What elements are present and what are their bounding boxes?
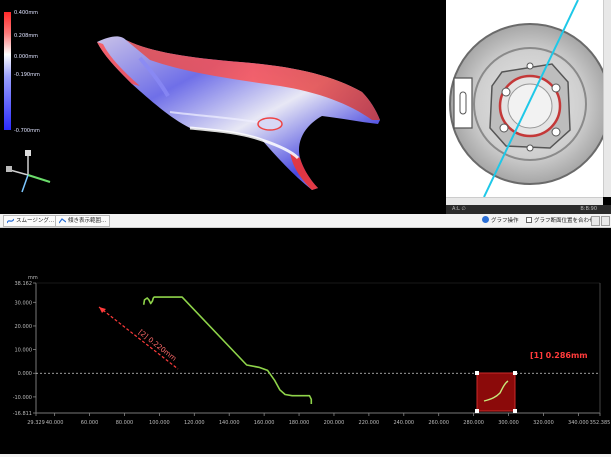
smoothing-button[interactable]: スムージング...: [3, 215, 59, 227]
y-axis-unit-label: mm: [28, 275, 38, 281]
set-range-button[interactable]: 傾き表示範囲...: [55, 215, 111, 227]
right-view-vertical-scrollbar[interactable]: [603, 0, 611, 197]
profile-graph-panel[interactable]: 38.162 30.000 20.000 10.000 0.000 -10.000 -16.…: [0, 229, 611, 457]
range-icon: [59, 218, 66, 224]
smoothing-label: スムージング...: [16, 218, 55, 224]
right-view-status-right: B:B:90: [580, 206, 597, 212]
y-tick-label: -10.000: [13, 395, 32, 401]
x-tick-label: 320.000: [533, 420, 554, 426]
x-tick-label: 120.000: [184, 420, 205, 426]
x-tick-label: 352.385: [590, 420, 611, 426]
y-tick-label: 38.162: [15, 281, 33, 287]
x-tick-label: 140.000: [219, 420, 240, 426]
right-view-status-left: A:L ∅: [452, 206, 466, 212]
colorbar-upper-label: 0.208mm: [14, 33, 39, 39]
graph-toolbar: スムージング... 傾き表示範囲... グラフ操作 グラフ断面位置を合わせる: [0, 214, 611, 228]
annotation-2-label: [2] 0.220mm: [137, 328, 178, 363]
right-view-status-bar: A:L ∅ B:B:90: [446, 205, 611, 214]
x-tick-label: 180.000: [289, 420, 310, 426]
section-position-view[interactable]: [446, 0, 603, 197]
x-tick-label: 260.000: [428, 420, 449, 426]
y-tick-label: -16.811: [13, 411, 32, 417]
sync-checkbox-box[interactable]: [526, 217, 532, 223]
smoothing-icon: [7, 218, 14, 224]
y-tick-label: 0.000: [18, 371, 32, 377]
x-tick-label: 80.000: [116, 420, 134, 426]
x-tick-label: 280.000: [463, 420, 484, 426]
deviation-part-shape[interactable]: [97, 36, 380, 190]
chart-ticks: 38.162 30.000 20.000 10.000 0.000 -10.000 -16.…: [13, 281, 611, 426]
annotation-2[interactable]: [2] 0.220mm: [98, 306, 179, 370]
x-tick-label: 240.000: [393, 420, 414, 426]
x-tick-label: 220.000: [359, 420, 380, 426]
set-range-label: 傾き表示範囲...: [68, 218, 107, 224]
x-tick-label: 29.329: [27, 420, 45, 426]
x-tick-label: 60.000: [81, 420, 99, 426]
axis-triad: [6, 150, 51, 193]
y-tick-label: 30.000: [15, 300, 33, 306]
right-view-horizontal-scrollbar[interactable]: [446, 197, 603, 205]
sync-section-checkbox[interactable]: グラフ断面位置を合わせる: [526, 215, 600, 227]
annotation-1-label: [1] 0.286mm: [530, 351, 588, 360]
graph-ops-control[interactable]: グラフ操作: [482, 215, 519, 227]
profile-analysis-window: 0.400mm 0.208mm 0.000mm -0.190mm -0.700m…: [0, 0, 611, 457]
colorbar-lower-label: -0.190mm: [14, 72, 40, 78]
x-tick-label: 40.000: [46, 420, 64, 426]
profile-chart[interactable]: 38.162 30.000 20.000 10.000 0.000 -10.000 -16.…: [0, 229, 611, 457]
x-tick-label: 160.000: [254, 420, 275, 426]
zoom-selection-box[interactable]: [475, 371, 517, 413]
colorbar-max-label: 0.400mm: [14, 10, 39, 16]
graph-ops-label: グラフ操作: [491, 218, 519, 224]
colorbar-zero-label: 0.000mm: [14, 54, 39, 60]
x-tick-label: 100.000: [149, 420, 170, 426]
toolbar-extra-button[interactable]: [591, 216, 600, 226]
3d-part-render[interactable]: [0, 0, 444, 213]
colorbar-min-label: -0.700mm: [14, 128, 40, 134]
y-tick-label: 10.000: [15, 348, 33, 354]
y-tick-label: 20.000: [15, 324, 33, 330]
part-top-view[interactable]: [446, 0, 603, 197]
graph-ops-icon: [482, 216, 489, 223]
toolbar-close-button[interactable]: [601, 216, 610, 226]
x-tick-label: 200.000: [324, 420, 345, 426]
x-tick-label: 300.000: [498, 420, 519, 426]
3d-deviation-viewport[interactable]: 0.400mm 0.208mm 0.000mm -0.190mm -0.700m…: [0, 0, 444, 213]
colorbar: [4, 12, 11, 130]
x-tick-label: 340.000: [568, 420, 589, 426]
